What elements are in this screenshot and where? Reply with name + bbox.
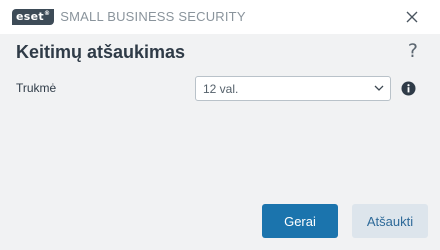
duration-select-value: 12 val. (203, 82, 239, 96)
close-button[interactable] (404, 9, 420, 25)
product-name: SMALL BUSINESS SECURITY (60, 9, 246, 24)
ok-button[interactable]: Gerai (262, 204, 338, 238)
dialog-window: eset® SMALL BUSINESS SECURITY Keitimų at… (0, 0, 440, 250)
duration-select[interactable]: 12 val. (195, 76, 391, 101)
duration-label: Trukmė (16, 81, 57, 95)
dialog-title: Keitimų atšaukimas (16, 42, 186, 62)
info-icon[interactable] (401, 81, 416, 96)
help-icon[interactable]: ? (408, 40, 418, 62)
eset-logo: eset® SMALL BUSINESS SECURITY (12, 8, 246, 25)
close-icon (406, 11, 418, 23)
chevron-down-icon (374, 85, 384, 91)
title-bar: eset® SMALL BUSINESS SECURITY (0, 0, 440, 34)
eset-logo-mark: eset® (12, 8, 55, 25)
cancel-button[interactable]: Atšaukti (352, 204, 428, 238)
